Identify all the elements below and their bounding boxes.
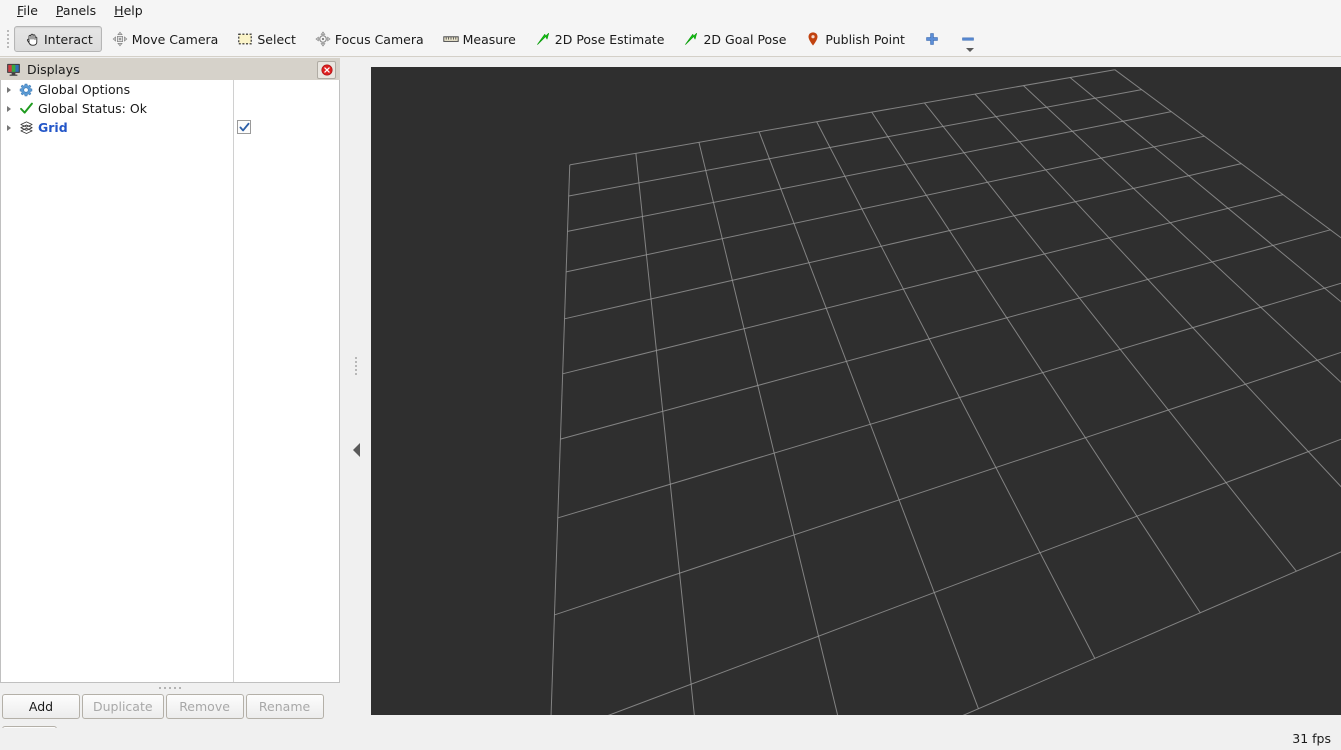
panel-collapse-handle[interactable] — [344, 58, 368, 715]
tool-publish-point[interactable]: Publish Point — [795, 26, 914, 52]
gear-icon — [17, 80, 35, 99]
focus-camera-icon — [314, 30, 332, 48]
chevron-right-icon[interactable] — [1, 80, 17, 99]
tool-2d-pose-estimate-label: 2D Pose Estimate — [555, 32, 665, 47]
tool-measure-label: Measure — [463, 32, 516, 47]
3d-viewport[interactable] — [371, 67, 1341, 715]
tool-2d-goal-pose-label: 2D Goal Pose — [703, 32, 786, 47]
tree-item-label: Grid — [38, 120, 68, 135]
tool-select-label: Select — [257, 32, 296, 47]
toolbar-overflow-chevron-down-icon[interactable] — [966, 48, 974, 52]
displays-tree[interactable]: Global Options Global Status: Ok — [0, 80, 340, 683]
tree-item-label: Global Status: Ok — [38, 101, 147, 116]
tree-row[interactable]: Grid — [1, 118, 339, 137]
hand-cursor-icon — [23, 30, 41, 48]
toolbar-drag-grip[interactable] — [3, 28, 12, 50]
add-button[interactable]: Add — [2, 694, 80, 719]
monitor-icon — [4, 60, 22, 78]
move-camera-icon — [111, 30, 129, 48]
tool-focus-camera[interactable]: Focus Camera — [305, 26, 433, 52]
grid-visibility-checkbox[interactable] — [237, 120, 251, 134]
status-bar: 31 fps — [0, 728, 1341, 750]
tool-2d-pose-estimate[interactable]: 2D Pose Estimate — [525, 26, 674, 52]
tool-interact-label: Interact — [44, 32, 93, 47]
minus-icon — [959, 30, 977, 48]
tool-move-camera[interactable]: Move Camera — [102, 26, 228, 52]
menu-help-rest: elp — [124, 3, 143, 18]
menu-file-rest: ile — [23, 3, 38, 18]
select-rect-icon — [236, 30, 254, 48]
rename-button[interactable]: Rename — [246, 694, 324, 719]
displays-button-row: Add Duplicate Remove Rename — [2, 694, 324, 719]
ground-grid — [371, 67, 1341, 715]
green-arrow-icon — [682, 30, 700, 48]
menu-panels[interactable]: Panels — [47, 2, 105, 21]
main-toolbar: Interact Move Camera — [0, 22, 1341, 57]
menu-bar: File Panels Help — [0, 0, 1341, 22]
rviz-window: File Panels Help Interact — [0, 0, 1341, 750]
map-pin-icon — [804, 30, 822, 48]
ruler-icon — [442, 30, 460, 48]
grid-layers-icon — [17, 118, 35, 137]
panel-splitter-handle[interactable] — [0, 683, 340, 692]
tree-item-label: Global Options — [38, 82, 130, 97]
green-arrow-icon — [534, 30, 552, 48]
close-icon[interactable] — [317, 61, 336, 79]
displays-panel-titlebar: Displays — [0, 58, 340, 80]
menu-file[interactable]: File — [8, 2, 47, 21]
displays-panel-title: Displays — [27, 62, 80, 77]
tool-select[interactable]: Select — [227, 26, 305, 52]
menu-help[interactable]: Help — [105, 2, 152, 21]
displays-panel: Displays — [0, 58, 340, 683]
tool-focus-camera-label: Focus Camera — [335, 32, 424, 47]
collapse-grip-dots — [355, 357, 357, 375]
tool-interact[interactable]: Interact — [14, 26, 102, 52]
chevron-left-icon[interactable] — [353, 443, 360, 457]
tree-row[interactable]: Global Status: Ok — [1, 99, 339, 118]
duplicate-button[interactable]: Duplicate — [82, 694, 164, 719]
tree-row[interactable]: Global Options — [1, 80, 339, 99]
menu-panels-rest: anels — [63, 3, 96, 18]
tool-2d-goal-pose[interactable]: 2D Goal Pose — [673, 26, 795, 52]
remove-button[interactable]: Remove — [166, 694, 244, 719]
tool-measure[interactable]: Measure — [433, 26, 525, 52]
viewport-background — [371, 67, 1341, 715]
chevron-right-icon[interactable] — [1, 118, 17, 137]
tool-move-camera-label: Move Camera — [132, 32, 219, 47]
tool-remove[interactable] — [950, 26, 986, 52]
chevron-right-icon[interactable] — [1, 99, 17, 118]
plus-icon — [923, 30, 941, 48]
check-mark-icon — [17, 99, 35, 118]
tree-column-divider[interactable] — [233, 80, 234, 683]
tool-publish-point-label: Publish Point — [825, 32, 905, 47]
tool-add[interactable] — [914, 26, 950, 52]
fps-counter: 31 fps — [1292, 731, 1331, 746]
